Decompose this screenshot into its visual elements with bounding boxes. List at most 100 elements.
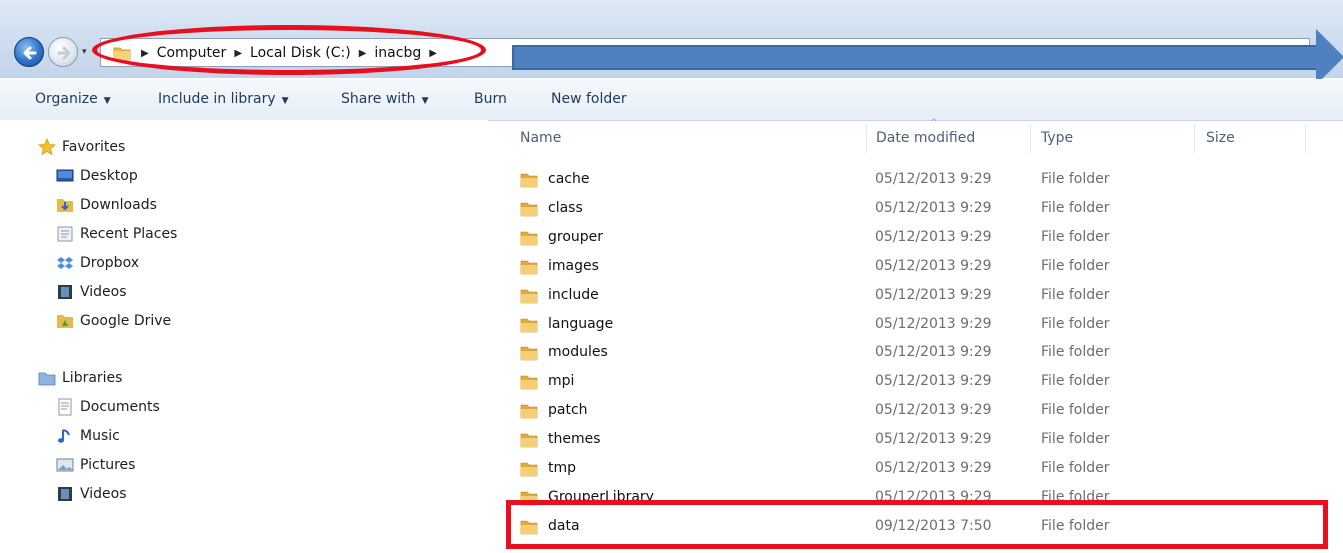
file-date-modified: 05/12/2013 9:29	[875, 171, 992, 187]
annotation-red-ellipse	[92, 25, 486, 75]
folder-icon	[520, 229, 538, 251]
nav-item-library-videos[interactable]: Videos	[56, 485, 127, 503]
nav-item-google-drive[interactable]: Google Drive	[56, 312, 171, 330]
nav-label: Libraries	[62, 370, 123, 386]
file-row[interactable]: grouper 05/12/2013 9:29 File folder	[520, 227, 1320, 251]
nav-label: Videos	[80, 284, 127, 300]
back-button[interactable]	[14, 37, 44, 67]
file-date-modified: 05/12/2013 9:29	[875, 344, 992, 361]
nav-item-downloads[interactable]: Downloads	[56, 196, 157, 214]
share-with-menu[interactable]: Share with ▼	[341, 91, 428, 107]
file-name: tmp	[548, 460, 577, 476]
organize-menu[interactable]: Organize ▼	[35, 91, 111, 107]
nav-label: Videos	[80, 486, 127, 502]
column-header-date-modified[interactable]: Date modified	[876, 130, 975, 146]
file-date-modified: 05/12/2013 9:29	[875, 431, 992, 448]
recent-pages-chevron-icon[interactable]: ▾	[82, 47, 87, 57]
file-type: File folder	[1041, 460, 1110, 476]
file-row[interactable]: images 05/12/2013 9:29 File folder	[520, 256, 1320, 280]
file-row[interactable]: themes 05/12/2013 9:29 File folder	[520, 429, 1320, 453]
file-name: modules	[548, 344, 608, 361]
file-type: File folder	[1041, 257, 1110, 274]
file-name: include	[548, 286, 599, 303]
documents-icon	[58, 398, 72, 416]
organize-label: Organize	[35, 91, 98, 107]
folder-icon	[520, 171, 538, 193]
forward-arrow-icon	[57, 46, 71, 60]
videos-icon	[58, 487, 72, 501]
file-date-modified: 05/12/2013 9:29	[875, 286, 992, 303]
new-folder-button[interactable]: New folder	[551, 91, 627, 107]
music-icon	[58, 429, 70, 443]
file-type: File folder	[1041, 402, 1110, 419]
annotation-arrow-head	[1316, 29, 1343, 85]
file-type: File folder	[1041, 199, 1110, 216]
column-divider[interactable]	[1305, 124, 1306, 154]
file-row[interactable]: class 05/12/2013 9:29 File folder	[520, 198, 1320, 222]
address-toolbar: ▾ ▶ Computer ▶ Local Disk (C:) ▶ inacbg …	[0, 0, 1343, 85]
annotation-red-rectangle	[506, 500, 1328, 549]
file-row[interactable]: mpi 05/12/2013 9:29 File folder	[520, 371, 1320, 395]
file-row[interactable]: include 05/12/2013 9:29 File folder	[520, 285, 1320, 309]
burn-button[interactable]: Burn	[474, 91, 507, 107]
nav-item-music[interactable]: Music	[56, 427, 120, 445]
libraries-icon	[38, 372, 56, 386]
file-name: mpi	[548, 373, 575, 390]
column-header-name[interactable]: Name	[520, 130, 561, 146]
file-type: File folder	[1041, 228, 1110, 245]
forward-button[interactable]	[48, 37, 78, 67]
column-header-type[interactable]: Type	[1041, 130, 1073, 146]
file-name: patch	[548, 402, 588, 419]
column-divider[interactable]	[866, 124, 867, 154]
back-arrow-icon	[23, 46, 37, 60]
folder-icon	[520, 287, 538, 309]
nav-label: Dropbox	[80, 255, 139, 271]
nav-label: Pictures	[80, 457, 136, 473]
nav-item-documents[interactable]: Documents	[56, 398, 160, 416]
folder-icon	[520, 200, 538, 222]
pictures-icon	[56, 458, 74, 472]
file-date-modified: 05/12/2013 9:29	[875, 257, 992, 274]
file-row[interactable]: tmp 05/12/2013 9:29 File folder	[520, 458, 1320, 482]
file-row[interactable]: modules 05/12/2013 9:29 File folder	[520, 342, 1320, 366]
file-type: File folder	[1041, 171, 1110, 187]
videos-icon	[58, 285, 72, 299]
column-divider[interactable]	[1194, 124, 1195, 154]
file-row[interactable]: patch 05/12/2013 9:29 File folder	[520, 400, 1320, 424]
file-date-modified: 05/12/2013 9:29	[875, 460, 992, 476]
file-name: grouper	[548, 228, 604, 245]
file-date-modified: 05/12/2013 9:29	[875, 402, 992, 419]
desktop-icon	[56, 169, 74, 182]
nav-item-recent-places[interactable]: Recent Places	[56, 225, 177, 243]
chevron-down-icon: ▼	[281, 96, 289, 106]
file-type: File folder	[1041, 315, 1110, 332]
column-divider[interactable]	[1030, 124, 1031, 154]
include-in-library-menu[interactable]: Include in library ▼	[158, 91, 289, 107]
nav-label: Music	[80, 428, 120, 444]
file-date-modified: 05/12/2013 9:29	[875, 373, 992, 390]
file-date-modified: 05/12/2013 9:29	[875, 228, 992, 245]
google-drive-icon	[57, 315, 73, 328]
nav-libraries-header[interactable]: Libraries	[38, 369, 122, 387]
nav-label: Favorites	[62, 139, 126, 155]
nav-item-dropbox[interactable]: Dropbox	[56, 254, 139, 272]
nav-label: Downloads	[80, 197, 157, 213]
star-icon	[38, 138, 56, 156]
recent-places-icon	[57, 226, 73, 242]
nav-label: Recent Places	[80, 226, 178, 242]
nav-item-desktop[interactable]: Desktop	[56, 167, 138, 185]
file-type: File folder	[1041, 344, 1110, 361]
file-type: File folder	[1041, 286, 1110, 303]
file-row[interactable]: language 05/12/2013 9:29 File folder	[520, 314, 1320, 338]
share-with-label: Share with	[341, 91, 416, 107]
file-date-modified: 05/12/2013 9:29	[875, 199, 992, 216]
nav-item-videos[interactable]: Videos	[56, 283, 127, 301]
annotation-blue-arrow	[512, 45, 1318, 70]
nav-item-pictures[interactable]: Pictures	[56, 456, 135, 474]
file-date-modified: 05/12/2013 9:29	[875, 315, 992, 332]
column-header-size[interactable]: Size	[1206, 130, 1235, 146]
nav-favorites-header[interactable]: Favorites	[38, 138, 125, 156]
file-row[interactable]: cache 05/12/2013 9:29 File folder	[520, 169, 1320, 193]
folder-icon	[520, 460, 538, 482]
file-name: themes	[548, 431, 601, 448]
